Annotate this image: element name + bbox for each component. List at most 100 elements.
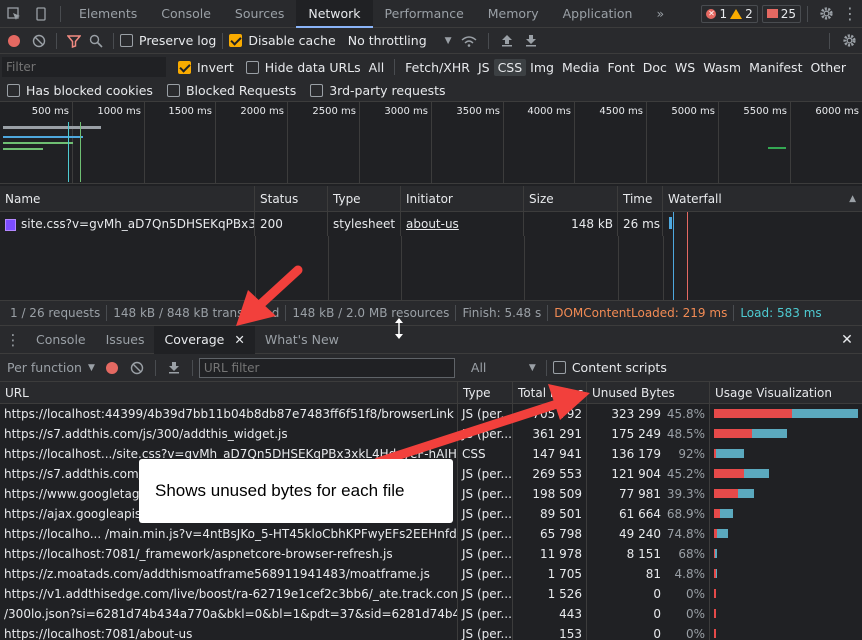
col-size[interactable]: Size bbox=[524, 186, 618, 211]
coverage-type: JS (per... bbox=[458, 484, 513, 504]
invert-checkbox[interactable] bbox=[178, 60, 191, 74]
col-usage-visualization[interactable]: Usage Visualization bbox=[710, 382, 862, 403]
col-waterfall[interactable]: Waterfall bbox=[663, 186, 862, 211]
network-conditions-icon[interactable] bbox=[456, 35, 482, 47]
drawer-menu-icon[interactable]: ⋮ bbox=[0, 331, 26, 349]
type-filter-select[interactable]: All bbox=[471, 360, 529, 375]
url-filter-input[interactable] bbox=[198, 357, 455, 378]
filter-type-img[interactable]: Img bbox=[526, 59, 558, 76]
preserve-log-label: Preserve log bbox=[139, 33, 217, 48]
coverage-unused-percent: 68.9% bbox=[666, 507, 705, 521]
filter-type-other[interactable]: Other bbox=[806, 59, 850, 76]
filter-type-css[interactable]: CSS bbox=[493, 58, 527, 76]
overview-tick-label: 1500 ms bbox=[168, 106, 212, 117]
col-type[interactable]: Type bbox=[458, 382, 513, 403]
issues-badge[interactable]: 25 bbox=[761, 4, 801, 23]
col-total-bytes[interactable]: Total Bytes bbox=[513, 382, 587, 403]
coverage-row[interactable]: /300lo.json?si=6281d74b434a770a&bkl=0&bl… bbox=[0, 604, 862, 624]
filter-type-js[interactable]: JS bbox=[474, 59, 494, 76]
filter-type-wasm[interactable]: Wasm bbox=[699, 59, 745, 76]
settings-gear-icon[interactable] bbox=[814, 0, 838, 28]
record-coverage-icon[interactable] bbox=[99, 361, 125, 375]
request-initiator-link[interactable]: about-us bbox=[401, 212, 524, 236]
filter-type-all[interactable]: All bbox=[365, 59, 389, 76]
usage-bar-unused bbox=[751, 429, 788, 438]
coverage-row[interactable]: https://localhost:7081/about-us JS (per..… bbox=[0, 624, 862, 640]
coverage-row[interactable]: https://s7.addthis.com/js/300/addthis_wi… bbox=[0, 424, 862, 444]
network-settings-gear-icon[interactable] bbox=[836, 33, 862, 48]
inspect-element-icon[interactable] bbox=[0, 0, 28, 28]
col-type[interactable]: Type bbox=[328, 186, 401, 211]
drawer-tab-whats-new[interactable]: What's New bbox=[255, 326, 349, 354]
coverage-unused-bytes: 323 299 bbox=[611, 407, 661, 421]
filter-type-media[interactable]: Media bbox=[558, 59, 604, 76]
preserve-log-checkbox[interactable] bbox=[120, 34, 133, 47]
search-icon[interactable] bbox=[85, 34, 107, 48]
more-options-icon[interactable]: ⋮ bbox=[838, 0, 862, 28]
network-overview[interactable]: 500 ms 1000 ms 1500 ms 2000 ms 2500 ms 3000 m… bbox=[0, 102, 862, 184]
filter-icon[interactable] bbox=[63, 34, 85, 48]
disable-cache-checkbox[interactable] bbox=[229, 34, 243, 47]
chevron-down-icon[interactable]: ▼ bbox=[445, 36, 452, 46]
col-url[interactable]: URL bbox=[0, 382, 458, 403]
col-initiator[interactable]: Initiator bbox=[401, 186, 524, 211]
coverage-row[interactable]: https://v1.addthisedge.com/live/boost/ra… bbox=[0, 584, 862, 604]
tab-application[interactable]: Application bbox=[551, 0, 645, 28]
chevron-down-icon[interactable]: ▼ bbox=[88, 363, 95, 373]
coverage-row[interactable]: https://localhost:7081/_framework/aspnet… bbox=[0, 544, 862, 564]
request-row[interactable]: site.css?v=gvMh_aD7Qn5DHSEKqPBx3xk... 20… bbox=[0, 212, 862, 236]
tab-console[interactable]: Console bbox=[149, 0, 223, 28]
col-status[interactable]: Status bbox=[255, 186, 328, 211]
drawer-tab-coverage[interactable]: Coverage ✕ bbox=[154, 325, 255, 354]
filter-input[interactable] bbox=[2, 57, 166, 77]
coverage-row[interactable]: https://z.moatads.com/addthismoatframe56… bbox=[0, 564, 862, 584]
coverage-row[interactable]: https://localho... /main.min.js?v=4ntBsJ… bbox=[0, 524, 862, 544]
overview-tick-label: 500 ms bbox=[31, 106, 69, 117]
tab-performance[interactable]: Performance bbox=[373, 0, 476, 28]
drawer-tab-issues[interactable]: Issues bbox=[96, 326, 155, 354]
tab-sources[interactable]: Sources bbox=[223, 0, 296, 28]
overview-tick: 5500 ms bbox=[743, 102, 791, 184]
coverage-unused-cell: 121 904 45.2% bbox=[587, 464, 710, 484]
filter-type-doc[interactable]: Doc bbox=[639, 59, 671, 76]
usage-bar-used bbox=[714, 409, 792, 418]
chevron-down-icon[interactable]: ▼ bbox=[529, 363, 536, 373]
coverage-total-bytes: 11 978 bbox=[513, 544, 587, 564]
request-time: 26 ms bbox=[618, 212, 663, 236]
import-har-icon[interactable] bbox=[495, 34, 519, 47]
col-unused-bytes[interactable]: Unused Bytes bbox=[587, 382, 710, 403]
request-table-header: Name Status Type Initiator Size Time Wat… bbox=[0, 186, 862, 212]
coverage-unused-bytes: 175 249 bbox=[611, 427, 661, 441]
col-name[interactable]: Name bbox=[0, 186, 255, 211]
coverage-url: https://localhost:7081/_framework/aspnet… bbox=[0, 544, 458, 564]
filter-type-font[interactable]: Font bbox=[604, 59, 639, 76]
clear-coverage-icon[interactable] bbox=[125, 361, 149, 375]
filter-type-fetch-xhr[interactable]: Fetch/XHR bbox=[401, 59, 474, 76]
coverage-type: CSS bbox=[458, 444, 513, 464]
third-party-checkbox[interactable] bbox=[310, 84, 324, 97]
more-tabs-button[interactable]: » bbox=[644, 0, 676, 28]
col-time[interactable]: Time bbox=[618, 186, 663, 211]
coverage-row[interactable]: https://localhost:44399/4b39d7bb11b04b8d… bbox=[0, 404, 862, 424]
export-coverage-icon[interactable] bbox=[162, 361, 186, 374]
hide-data-urls-checkbox[interactable] bbox=[245, 60, 259, 74]
errors-warnings-badge[interactable]: ✕ 1 2 bbox=[701, 4, 758, 23]
drawer-tab-console[interactable]: Console bbox=[26, 326, 96, 354]
blocked-requests-checkbox[interactable] bbox=[166, 84, 180, 97]
blocked-cookies-checkbox[interactable] bbox=[7, 84, 20, 97]
tab-elements[interactable]: Elements bbox=[67, 0, 149, 28]
device-toolbar-icon[interactable] bbox=[28, 0, 54, 28]
content-scripts-checkbox[interactable] bbox=[552, 361, 566, 374]
filter-type-manifest[interactable]: Manifest bbox=[745, 59, 806, 76]
per-function-select[interactable]: Per function bbox=[7, 360, 82, 375]
close-tab-icon[interactable]: ✕ bbox=[234, 332, 244, 347]
export-har-icon[interactable] bbox=[519, 34, 543, 47]
throttling-select[interactable]: No throttling bbox=[348, 33, 427, 48]
tab-memory[interactable]: Memory bbox=[476, 0, 551, 28]
close-drawer-icon[interactable]: ✕ bbox=[832, 332, 862, 348]
clear-icon[interactable] bbox=[28, 34, 50, 48]
record-icon[interactable] bbox=[0, 34, 28, 48]
tab-network[interactable]: Network bbox=[296, 0, 373, 28]
filter-type-ws[interactable]: WS bbox=[671, 59, 699, 76]
request-status: 200 bbox=[255, 212, 328, 236]
